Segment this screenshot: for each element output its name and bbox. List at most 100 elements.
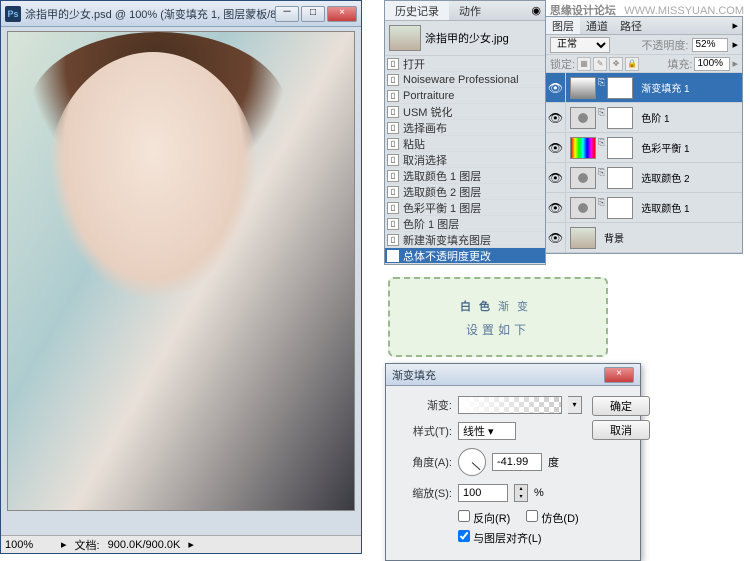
tab-actions[interactable]: 动作	[449, 1, 491, 20]
align-checkbox[interactable]: 与图层对齐(L)	[458, 530, 542, 546]
tab-channels[interactable]: 通道	[580, 17, 614, 34]
fill-input[interactable]	[694, 57, 730, 71]
history-step-label: 打开	[403, 56, 425, 72]
layer-name: 选取颜色 1	[641, 200, 689, 215]
canvas[interactable]	[7, 31, 355, 511]
gradient-dropdown-icon[interactable]: ▾	[568, 396, 582, 414]
layer-thumb[interactable]	[570, 197, 596, 219]
layer-row[interactable]: 👁 ⎘ 选取颜色 1	[546, 193, 742, 223]
close-button[interactable]: ×	[327, 6, 357, 22]
history-step-label: 色彩平衡 1 图层	[403, 200, 481, 216]
layer-name: 渐变填充 1	[641, 80, 689, 95]
layer-mask-thumb[interactable]	[607, 107, 633, 129]
scale-input[interactable]	[458, 484, 508, 502]
panel-close-icon[interactable]: ◉	[531, 4, 541, 17]
visibility-toggle[interactable]: 👁	[546, 223, 566, 252]
zoom-field[interactable]: 100%	[5, 539, 53, 551]
layer-mask-thumb[interactable]	[607, 167, 633, 189]
tab-layers[interactable]: 图层	[546, 17, 580, 34]
dialog-title-text: 渐变填充	[392, 367, 436, 383]
angle-input[interactable]	[492, 453, 542, 471]
minimize-button[interactable]: －	[275, 6, 299, 22]
layer-row[interactable]: 👁 ⎘ 色阶 1	[546, 103, 742, 133]
history-item[interactable]: ▯新建渐变填充图层	[385, 232, 545, 248]
tab-paths[interactable]: 路径	[614, 17, 648, 34]
layer-name: 背景	[604, 230, 624, 245]
style-label: 样式(T):	[400, 423, 452, 439]
opacity-arrow-icon[interactable]: ▸	[732, 38, 738, 51]
dialog-titlebar[interactable]: 渐变填充 ×	[386, 364, 640, 386]
history-step-label: Noiseware Professional	[403, 74, 519, 86]
layer-thumb[interactable]	[570, 137, 596, 159]
dither-checkbox[interactable]: 仿色(D)	[526, 510, 578, 526]
layer-row[interactable]: 👁⎘色彩平衡 1	[546, 133, 742, 163]
history-snapshot[interactable]: 涂指甲的少女.jpg	[385, 21, 545, 56]
link-icon[interactable]: ⎘	[598, 197, 605, 219]
visibility-toggle[interactable]: 👁	[546, 73, 566, 102]
history-item[interactable]: ▯选择画布	[385, 120, 545, 136]
layer-thumb[interactable]	[570, 227, 596, 249]
opacity-input[interactable]	[692, 38, 728, 52]
layer-thumb[interactable]	[570, 107, 596, 129]
blend-mode-select[interactable]: 正常	[550, 37, 610, 53]
lock-transparent-icon[interactable]: ▦	[577, 57, 591, 71]
fill-arrow-icon[interactable]: ▸	[732, 57, 738, 70]
layer-row[interactable]: 👁 ⎘ 渐变填充 1	[546, 73, 742, 103]
cancel-button[interactable]: 取消	[592, 420, 650, 440]
document-titlebar[interactable]: Ps 涂指甲的少女.psd @ 100% (渐变填充 1, 图层蒙板/8) － …	[1, 1, 361, 27]
angle-unit: 度	[548, 454, 559, 470]
layer-row[interactable]: 👁⎘选取颜色 2	[546, 163, 742, 193]
layers-menu-icon[interactable]: ▸	[732, 19, 738, 32]
lock-move-icon[interactable]: ✥	[609, 57, 623, 71]
visibility-toggle[interactable]: 👁	[546, 163, 566, 192]
visibility-toggle[interactable]: 👁	[546, 103, 566, 132]
layer-thumb[interactable]	[570, 167, 596, 189]
reverse-checkbox[interactable]: 反向(R)	[458, 510, 510, 526]
link-icon[interactable]: ⎘	[598, 107, 605, 129]
link-icon[interactable]: ⎘	[598, 167, 605, 189]
visibility-toggle[interactable]: 👁	[546, 133, 566, 162]
gradient-fill-dialog: 渐变填充 × 渐变: ▾ 样式(T): 线性 ▾ 角度(A): 度 缩放(S):	[385, 363, 641, 561]
maximize-button[interactable]: □	[301, 6, 325, 22]
history-item[interactable]: ▯ 打开	[385, 56, 545, 72]
link-icon[interactable]: ⎘	[598, 137, 605, 159]
history-item[interactable]: ▯色阶 1 图层	[385, 216, 545, 232]
lock-all-icon[interactable]: 🔒	[625, 57, 639, 71]
history-item[interactable]: ▯取消选择	[385, 152, 545, 168]
doc-size-label: 文档:	[75, 537, 100, 553]
history-item[interactable]: ▯选取颜色 2 图层	[385, 184, 545, 200]
layer-name: 色阶 1	[641, 110, 669, 125]
link-icon[interactable]: ⎘	[598, 77, 605, 99]
angle-dial[interactable]	[458, 448, 486, 476]
history-step-label: 色阶 1 图层	[403, 216, 459, 232]
layer-thumb[interactable]	[570, 77, 596, 99]
layer-row[interactable]: 👁 背景	[546, 223, 742, 253]
scale-stepper[interactable]: ▴▾	[514, 484, 528, 502]
history-item[interactable]: ▯ Noiseware Professional	[385, 72, 545, 88]
layer-mask-thumb[interactable]	[607, 137, 633, 159]
dialog-close-button[interactable]: ×	[604, 367, 634, 383]
history-step-icon: ▯	[387, 90, 399, 102]
history-item[interactable]: ▯选取颜色 1 图层	[385, 168, 545, 184]
layer-mask-thumb[interactable]	[607, 77, 633, 99]
gradient-swatch[interactable]	[458, 396, 562, 414]
history-step-icon: ▯	[387, 74, 399, 86]
lock-paint-icon[interactable]: ✎	[593, 57, 607, 71]
history-step-icon: ▯	[387, 58, 399, 70]
history-step-icon: ▯	[387, 106, 399, 118]
history-item[interactable]: ▸总体不透明度更改	[385, 248, 545, 264]
tab-history[interactable]: 历史记录	[385, 1, 449, 20]
layer-mask-thumb[interactable]	[607, 197, 633, 219]
history-step-icon: ▯	[387, 122, 399, 134]
visibility-toggle[interactable]: 👁	[546, 193, 566, 222]
ok-button[interactable]: 确定	[592, 396, 650, 416]
fill-label: 填充:	[667, 56, 692, 72]
history-step-icon: ▸	[387, 250, 399, 262]
history-item[interactable]: ▯Portraiture	[385, 88, 545, 104]
document-title: 涂指甲的少女.psd @ 100% (渐变填充 1, 图层蒙板/8)	[25, 6, 275, 22]
style-select[interactable]: 线性 ▾	[458, 422, 516, 440]
history-item[interactable]: ▯色彩平衡 1 图层	[385, 200, 545, 216]
history-item[interactable]: ▯粘贴	[385, 136, 545, 152]
history-item[interactable]: ▯USM 锐化	[385, 104, 545, 120]
lock-label: 锁定:	[550, 56, 575, 72]
